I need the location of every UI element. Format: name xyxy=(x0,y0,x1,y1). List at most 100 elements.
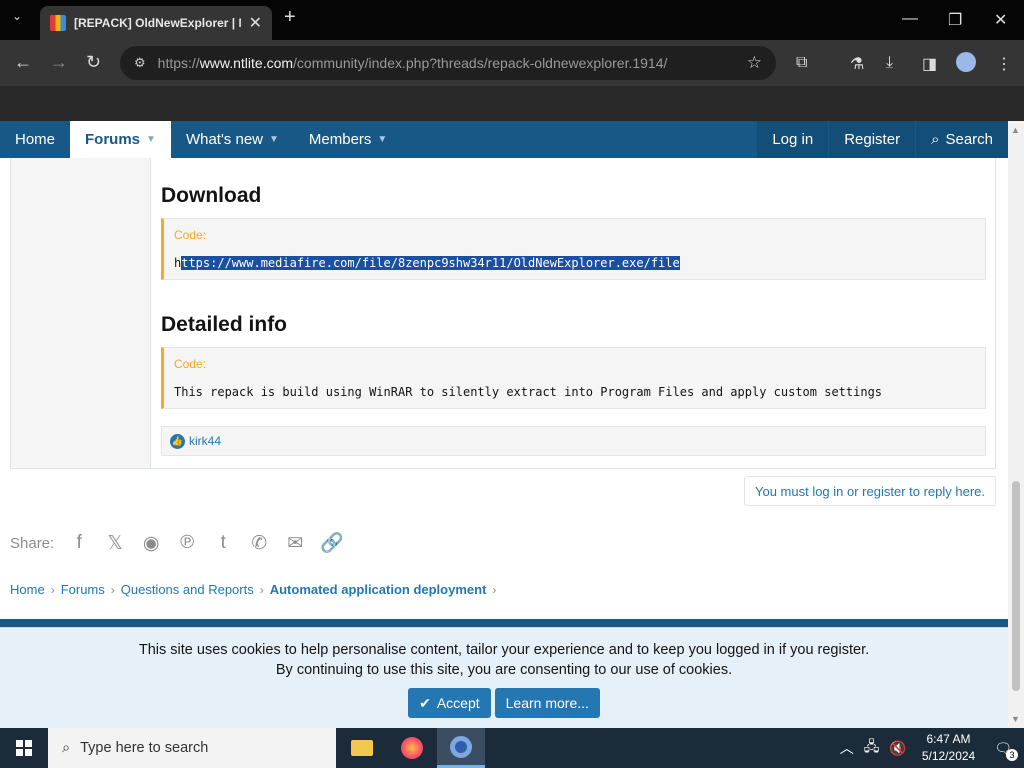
chevron-down-icon[interactable]: ▼ xyxy=(146,134,156,145)
tab-list-icon[interactable]: ⌄ xyxy=(12,9,22,23)
nav-members-label: Members xyxy=(308,131,372,148)
back-icon[interactable]: ← xyxy=(14,52,32,73)
cookie-buttons: ✔ Accept Learn more... xyxy=(0,688,1008,718)
breadcrumb-questions[interactable]: Questions and Reports xyxy=(121,582,254,597)
show-hidden-icons-icon[interactable]: ︿ xyxy=(840,738,854,758)
tumblr-icon[interactable]: t xyxy=(212,532,234,554)
browser-toolbar: ← → ↻ ⚙ https://www.ntlite.com/community… xyxy=(0,40,1024,86)
firefox-app[interactable] xyxy=(388,728,436,768)
system-tray: ︿ 🖧 🔇 6:47 AM 5/12/2024 🗨 3 xyxy=(835,728,1024,768)
download-heading: Download xyxy=(161,184,262,207)
share-bar: Share: f 𝕏 ◉ ℗ t ✆ ✉ 🔗 xyxy=(10,531,344,555)
learn-more-button[interactable]: Learn more... xyxy=(494,688,600,718)
taskbar-search-placeholder: Type here to search xyxy=(80,740,209,756)
reaction-user-link[interactable]: kirk44 xyxy=(189,434,221,448)
side-panel-icon[interactable]: ◨ xyxy=(922,54,937,74)
selected-text[interactable]: ttps://www.mediafire.com/file/8zenpc9shw… xyxy=(181,256,680,270)
search-label: Search xyxy=(945,131,993,148)
network-icon[interactable]: 🖧 xyxy=(864,736,880,760)
code-label: Code: xyxy=(174,228,207,242)
chrome-app[interactable] xyxy=(437,728,485,768)
whatsapp-icon[interactable]: ✆ xyxy=(248,532,270,555)
bookmarks-spacer xyxy=(0,86,1024,121)
browser-titlebar: ⌄ [REPACK] OldNewExplorer | NT ✕ + — ❐ ✕ xyxy=(0,0,1024,40)
chevron-right-icon: › xyxy=(259,582,264,597)
close-window-icon[interactable]: ✕ xyxy=(994,10,1007,30)
page-scrollbar[interactable]: ▲ ▼ xyxy=(1008,121,1024,728)
download-code[interactable]: https://www.mediafire.com/file/8zenpc9sh… xyxy=(174,256,680,270)
cookie-text-line2: By continuing to use this site, you are … xyxy=(275,662,733,678)
windows-taskbar: ⌕ Type here to search ︿ 🖧 🔇 6:47 AM 5/12… xyxy=(0,728,1024,768)
forward-icon[interactable]: → xyxy=(50,52,68,73)
bookmark-star-icon[interactable]: ☆ xyxy=(747,53,762,73)
nav-home[interactable]: Home xyxy=(0,121,70,158)
taskbar-search-box[interactable]: ⌕ Type here to search xyxy=(48,728,336,768)
minimize-icon[interactable]: — xyxy=(902,10,918,28)
close-tab-icon[interactable]: ✕ xyxy=(249,13,262,33)
chevron-down-icon[interactable]: ▼ xyxy=(269,134,279,145)
nav-members[interactable]: Members ▼ xyxy=(294,121,402,158)
search-icon: ⌕ xyxy=(931,131,940,148)
x-icon[interactable]: 𝕏 xyxy=(104,532,126,555)
register-link[interactable]: Register xyxy=(828,121,916,158)
chevron-down-icon[interactable]: ▼ xyxy=(377,134,387,145)
address-bar[interactable]: ⚙ https://www.ntlite.com/community/index… xyxy=(120,46,776,80)
search-link[interactable]: ⌕ Search xyxy=(915,121,1008,158)
profile-avatar-icon[interactable] xyxy=(956,52,976,72)
scroll-down-icon[interactable]: ▼ xyxy=(1011,714,1020,724)
learn-more-label: Learn more... xyxy=(505,695,589,711)
labs-flask-icon[interactable]: ⚗ xyxy=(850,54,864,74)
breadcrumb-automated-deployment[interactable]: Automated application deployment xyxy=(270,582,487,597)
volume-muted-icon[interactable]: 🔇 xyxy=(889,740,906,757)
chevron-right-icon: › xyxy=(492,582,497,597)
share-label: Share: xyxy=(10,534,55,552)
site-settings-icon[interactable]: ⚙ xyxy=(134,55,146,71)
accept-cookies-button[interactable]: ✔ Accept xyxy=(408,688,491,718)
nav-forums[interactable]: Forums ▼ xyxy=(70,121,171,158)
info-code[interactable]: This repack is build using WinRAR to sil… xyxy=(174,385,882,399)
scroll-up-icon[interactable]: ▲ xyxy=(1011,125,1020,135)
accept-label: Accept xyxy=(436,695,480,711)
windows-start-button[interactable] xyxy=(0,728,48,768)
breadcrumb: Home › Forums › Questions and Reports › … xyxy=(10,582,496,597)
download-icon[interactable]: ⤓ xyxy=(886,54,893,72)
new-tab-icon[interactable]: + xyxy=(284,6,296,29)
web-page: Home Forums ▼ What's new ▼ Members ▼ Log in… xyxy=(0,121,1008,728)
nav-home-label: Home xyxy=(15,131,56,148)
login-link[interactable]: Log in xyxy=(756,121,829,158)
footer-bar xyxy=(0,619,1008,627)
clock-date: 5/12/2024 xyxy=(921,749,976,763)
notifications-icon[interactable]: 🗨 3 xyxy=(994,740,1018,761)
pinterest-icon[interactable]: ℗ xyxy=(176,532,198,554)
chevron-right-icon: › xyxy=(50,582,55,597)
tab-title: [REPACK] OldNewExplorer | NT xyxy=(74,16,241,30)
info-code-block: Code: This repack is build using WinRAR … xyxy=(161,347,986,409)
site-nav: Home Forums ▼ What's new ▼ Members ▼ Log in… xyxy=(0,121,1008,158)
scrollbar-thumb[interactable] xyxy=(1012,481,1020,691)
restore-icon[interactable]: ❐ xyxy=(948,10,962,30)
cookie-notice: This site uses cookies to help personali… xyxy=(0,627,1008,728)
login-label: Log in xyxy=(772,131,814,148)
login-to-reply-button[interactable]: You must log in or register to reply her… xyxy=(744,476,996,506)
menu-kebab-icon[interactable]: ⋮ xyxy=(996,54,1012,74)
email-icon[interactable]: ✉ xyxy=(284,532,306,555)
extensions-icon[interactable]: ⧉ xyxy=(796,54,807,72)
chrome-icon xyxy=(450,735,472,758)
breadcrumb-forums[interactable]: Forums xyxy=(61,582,105,597)
breadcrumb-home[interactable]: Home xyxy=(10,582,45,597)
reactions-bar: 👍 kirk44 xyxy=(161,426,986,456)
reload-icon[interactable]: ↻ xyxy=(86,52,101,73)
url-text[interactable]: https://www.ntlite.com/community/index.p… xyxy=(158,55,735,71)
browser-tab[interactable]: [REPACK] OldNewExplorer | NT ✕ xyxy=(40,6,272,40)
file-explorer-app[interactable] xyxy=(338,728,386,768)
clock[interactable]: 6:47 AM 5/12/2024 xyxy=(922,731,975,765)
link-icon[interactable]: 🔗 xyxy=(320,531,344,555)
reddit-icon[interactable]: ◉ xyxy=(140,532,162,555)
cookie-text-line1: This site uses cookies to help personali… xyxy=(138,642,870,658)
nav-whats-new-label: What's new xyxy=(185,131,263,148)
nav-whats-new[interactable]: What's new ▼ xyxy=(171,121,294,158)
windows-logo-icon xyxy=(16,740,32,756)
post-user-sidebar xyxy=(11,158,151,468)
site-favicon-icon xyxy=(50,15,66,31)
facebook-icon[interactable]: f xyxy=(68,532,90,554)
